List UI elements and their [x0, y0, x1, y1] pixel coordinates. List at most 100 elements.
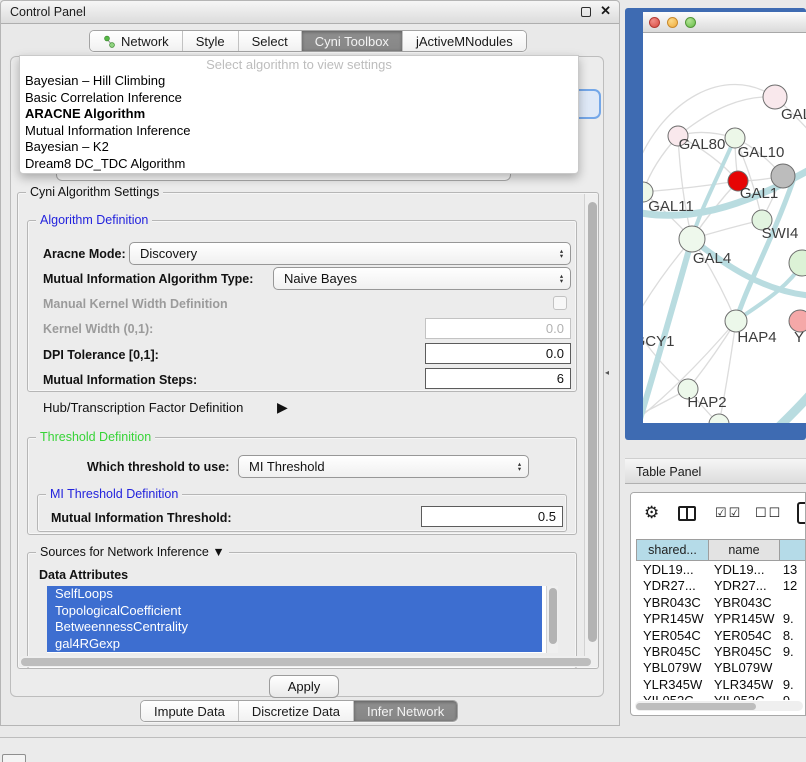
table-header-row: shared...name [636, 539, 806, 561]
aracne-mode-combobox[interactable]: Discovery ▴▾ [129, 242, 571, 265]
close-icon[interactable]: ✕ [600, 3, 611, 19]
mi-steps-field[interactable]: 6 [425, 368, 571, 389]
tab-discretize-data[interactable]: Discretize Data [238, 701, 353, 721]
combo-stepper-icon: ▴▾ [511, 462, 528, 472]
network-node-label: SWI4 [762, 225, 799, 242]
network-node[interactable] [789, 250, 806, 276]
data-attributes-label: Data Attributes [39, 568, 128, 582]
network-node-label: Y [794, 329, 804, 346]
algorithm-option[interactable]: Bayesian – K2 [20, 139, 578, 156]
table-row[interactable]: YBR045CYBR045C9. [636, 644, 806, 660]
table-column-header[interactable]: shared... [636, 539, 709, 561]
table-row[interactable]: YLR345WYLR345W9. [636, 677, 806, 693]
tab-network[interactable]: Network [90, 31, 182, 51]
tab-select[interactable]: Select [238, 31, 301, 51]
table-row[interactable]: YIL052CYIL052C9 [636, 693, 806, 700]
attributes-vertical-scrollbar[interactable] [546, 586, 558, 653]
network-edge [688, 321, 736, 389]
kernel-width-field[interactable]: 0.0 [425, 318, 571, 339]
table-row[interactable]: YDR27...YDR27...12 [636, 578, 806, 594]
hub-definition-toggle[interactable]: Hub/Transcription Factor Definition [43, 400, 243, 415]
table-toolbar: ⚙ ☑☑ ☐☐ [631, 493, 805, 537]
table-cell: 12 [776, 578, 806, 594]
mi-threshold-field[interactable]: 0.5 [421, 506, 563, 527]
network-node-label: GAL1 [740, 185, 778, 202]
tab-style[interactable]: Style [182, 31, 238, 51]
minimized-panel-button[interactable] [2, 754, 26, 762]
algorithm-option[interactable]: Basic Correlation Inference [20, 90, 578, 107]
table-row[interactable]: YBL079WYBL079W [636, 660, 806, 676]
table-row[interactable]: YPR145WYPR145W9. [636, 611, 806, 627]
table-column-header[interactable]: name [709, 539, 780, 561]
table-cell: YDR27... [707, 578, 776, 594]
algorithm-option[interactable]: Dream8 DC_TDC Algorithm [20, 156, 578, 173]
table-cell: YBR043C [707, 595, 776, 611]
attribute-list-item[interactable]: BetweennessCentrality [47, 619, 542, 636]
bottom-strip [0, 737, 806, 762]
table-cell: YDL19... [636, 562, 707, 578]
settings-horizontal-scrollbar[interactable] [19, 656, 595, 667]
table-cell [776, 595, 806, 611]
table-cell: YBL079W [707, 660, 776, 676]
deselect-all-columns-icon[interactable]: ☐☐ [755, 505, 782, 521]
attribute-list-item[interactable]: SelfLoops [47, 586, 542, 603]
close-traffic-light-icon[interactable] [649, 17, 660, 28]
algorithm-option[interactable]: Bayesian – Hill Climbing [20, 73, 578, 90]
threshold-definition-title: Threshold Definition [36, 430, 155, 444]
network-node[interactable] [709, 414, 729, 423]
which-threshold-combobox[interactable]: MI Threshold ▴▾ [238, 455, 529, 478]
zoom-traffic-light-icon[interactable] [685, 17, 696, 28]
network-edge [755, 389, 806, 423]
function-builder-icon[interactable] [797, 502, 806, 524]
algorithm-option[interactable]: ARACNE Algorithm [20, 106, 578, 123]
algorithm-option[interactable]: Mutual Information Inference [20, 123, 578, 140]
algorithm-definition-title: Algorithm Definition [36, 213, 152, 227]
cyni-bottom-tabbar: Impute DataDiscretize DataInfer Network [140, 700, 458, 722]
table-cell: 13 [776, 562, 806, 578]
float-window-icon[interactable] [581, 7, 591, 17]
table-panel: ⚙ ☑☑ ☐☐ shared...name YDL19...YDL19...13… [630, 492, 806, 716]
tab-jactivemnodules[interactable]: jActiveMNodules [402, 31, 526, 51]
table-cell: YLR345W [707, 677, 776, 693]
table-row[interactable]: YDL19...YDL19...13 [636, 562, 806, 578]
mi-algorithm-type-combobox[interactable]: Naive Bayes ▴▾ [273, 267, 571, 290]
table-column-header[interactable] [780, 539, 806, 561]
manual-kernel-checkbox[interactable] [553, 296, 567, 310]
network-node[interactable] [679, 226, 705, 252]
panel-collapse-handle[interactable]: ◂ [605, 368, 613, 377]
table-cell: YBR043C [636, 595, 707, 611]
algorithm-dropdown: Select algorithm to view settings Bayesi… [19, 55, 579, 174]
table-panel-titlebar: Table Panel [625, 458, 806, 484]
attribute-list-item[interactable]: gal4RGexp [47, 636, 542, 653]
combo-stepper-icon: ▴▾ [553, 274, 570, 284]
table-panel-title: Table Panel [636, 465, 701, 479]
table-row[interactable]: YBR043CYBR043C [636, 595, 806, 611]
split-view-icon[interactable] [678, 506, 696, 521]
table-row[interactable]: YER054CYER054C8. [636, 628, 806, 644]
apply-button[interactable]: Apply [269, 675, 339, 698]
network-node-label: GAL [781, 106, 806, 123]
tab-cyni-toolbox[interactable]: Cyni Toolbox [301, 31, 402, 51]
select-all-columns-icon[interactable]: ☑☑ [715, 505, 742, 521]
tab-impute-data[interactable]: Impute Data [141, 701, 238, 721]
data-attributes-list[interactable]: SelfLoopsTopologicalCoefficientBetweenne… [47, 586, 558, 653]
dpi-tolerance-label: DPI Tolerance [0,1]: [43, 348, 159, 362]
table-cell: YER054C [707, 628, 776, 644]
table-horizontal-scrollbar[interactable] [635, 701, 803, 711]
attribute-list-item[interactable]: TopologicalCoefficient [47, 603, 542, 620]
settings-vertical-scrollbar[interactable] [584, 194, 598, 667]
minimize-traffic-light-icon[interactable] [667, 17, 678, 28]
kernel-width-label: Kernel Width (0,1): [43, 322, 153, 336]
table-cell: YPR145W [707, 611, 776, 627]
gear-icon[interactable]: ⚙ [644, 503, 659, 523]
expand-right-icon[interactable]: ▶ [277, 399, 288, 416]
table-cell: 9. [776, 677, 806, 693]
table-cell: YDL19... [707, 562, 776, 578]
dpi-tolerance-field[interactable]: 0.0 [425, 343, 571, 364]
tab-infer-network[interactable]: Infer Network [353, 701, 457, 721]
collapse-down-icon[interactable]: ▼ [212, 545, 224, 559]
control-panel-title: Control Panel [10, 5, 86, 19]
control-panel-tabbar: NetworkStyleSelectCyni ToolboxjActiveMNo… [89, 30, 527, 52]
network-canvas[interactable]: GALGAL80GAL10GAL1GAL11SWI4GAL4HAP4YGCY1H… [643, 33, 806, 423]
table-cell [776, 660, 806, 676]
